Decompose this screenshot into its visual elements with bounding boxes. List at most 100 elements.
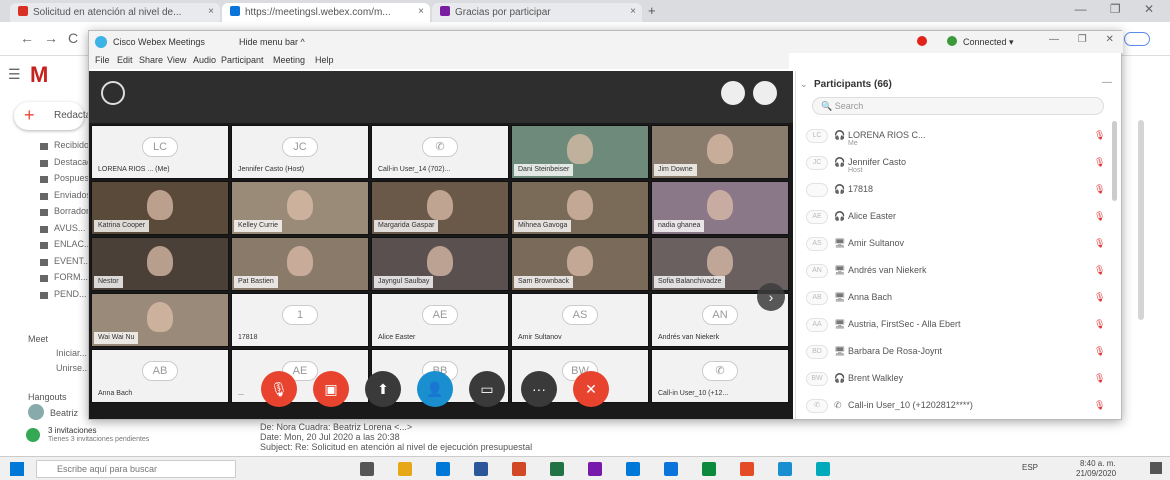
taskbar-app-icon[interactable] [664,462,678,476]
video-tile[interactable]: ✆ Call-in User_14 (702)... [371,125,509,179]
muted-mic-icon[interactable]: 🎙 [1094,373,1105,384]
start-icon[interactable] [10,462,24,476]
taskbar-app-icon[interactable] [474,462,488,476]
video-tile[interactable]: Wai Wai Nu [91,293,229,347]
menu-view[interactable]: View [167,55,186,65]
menu-participant[interactable]: Participant [221,55,264,65]
back-icon[interactable]: ← [20,30,34,46]
browser-tab[interactable]: Solicitud en atención al nivel de... × [10,3,220,22]
participant-search-input[interactable]: 🔍 Search [812,97,1104,115]
video-tile[interactable]: Pat Bastien [231,237,369,291]
menu-edit[interactable]: Edit [117,55,133,65]
participant-row[interactable]: 🎧 17818 🎙 [796,177,1106,204]
video-tile[interactable]: Jayngul Saulbay [371,237,509,291]
taskbar-app-icon[interactable] [512,462,526,476]
folder-item[interactable]: FORM... [40,272,88,288]
reload-icon[interactable]: C [68,30,78,46]
participant-row[interactable]: LC 🎧 LORENA RIOS C... Me 🎙 [796,123,1106,150]
taskbar-app-icon[interactable] [778,462,792,476]
muted-mic-icon[interactable]: 🎙 [1094,400,1105,411]
notification-icon[interactable] [1150,462,1162,474]
browser-tab[interactable]: https://meetingsl.webex.com/m... × [222,3,430,22]
participant-row[interactable]: BD 🖥 Barbara De Rosa-Joynt 🎙 [796,339,1106,366]
layout-icon[interactable] [721,81,745,105]
participants-button[interactable]: 👤 [417,371,453,407]
video-tile[interactable]: LC LORENA RIOS ... (Me) [91,125,229,179]
taskbar-app-icon[interactable] [816,462,830,476]
window-controls[interactable]: — ❐ ✕ [1049,34,1122,45]
chevron-down-icon[interactable]: ⌄ [800,79,808,90]
fullscreen-icon[interactable] [753,81,777,105]
participant-row[interactable]: BW 🎧 Brent Walkley 🎙 [796,366,1106,393]
taskbar-app-icon[interactable] [398,462,412,476]
muted-mic-icon[interactable]: 🎙 [1094,265,1105,276]
new-tab-button[interactable]: + [648,3,656,18]
hangouts-user[interactable]: Beatriz [50,408,78,418]
participant-row[interactable]: AN 🖥 Andrés van Niekerk 🎙 [796,258,1106,285]
muted-mic-icon[interactable]: 🎙 [1094,238,1105,249]
muted-mic-icon[interactable]: 🎙 [1094,346,1105,357]
stop-video-button[interactable]: ▣ [313,371,349,407]
window-controls[interactable]: — ❐ ✕ [1075,2,1164,16]
video-tile[interactable]: nadia ghanea [651,181,789,235]
leave-button[interactable]: ✕ [573,371,609,407]
connection-status[interactable]: Connected ▾ [963,37,1014,48]
taskbar-app-icon[interactable] [740,462,754,476]
menu-help[interactable]: Help [315,55,334,65]
video-tile[interactable]: Jim Downe [651,125,789,179]
folder-item[interactable]: EVENT... [40,256,91,272]
menu-share[interactable]: Share [139,55,163,65]
close-icon[interactable]: × [418,6,424,17]
muted-mic-icon[interactable]: 🎙 [1094,319,1105,330]
close-icon[interactable]: — [1102,77,1112,88]
clock-time[interactable]: 8:40 a. m. [1080,459,1116,468]
video-tile[interactable]: JC Jennifer Casto (Host) [231,125,369,179]
taskbar-app-icon[interactable] [588,462,602,476]
clock-date[interactable]: 21/09/2020 [1076,469,1116,478]
menu-meeting[interactable]: Meeting [273,55,305,65]
menu-audio[interactable]: Audio [193,55,216,65]
participant-row[interactable]: JC 🎧 Jennifer Casto Host 🎙 [796,150,1106,177]
more-button[interactable]: ··· [521,371,557,407]
video-tile[interactable]: AS Amir Sultanov [511,293,649,347]
chat-button[interactable]: ▭ [469,371,505,407]
muted-mic-icon[interactable]: 🎙 [1094,211,1105,222]
info-icon[interactable] [101,81,125,105]
browser-tab[interactable]: Gracias por participar × [432,3,642,22]
meet-item[interactable]: Iniciar... [56,348,87,364]
muted-mic-icon[interactable]: 🎙 [1094,130,1105,141]
close-icon[interactable]: × [630,6,636,17]
hide-menu-button[interactable]: Hide menu bar ^ [239,37,305,47]
video-tile[interactable]: AB Anna Bach [91,349,229,403]
close-icon[interactable]: × [208,6,214,17]
video-tile[interactable]: Sam Brownback [511,237,649,291]
taskbar-app-icon[interactable] [436,462,450,476]
folder-item[interactable]: Enviados [40,190,91,206]
muted-mic-icon[interactable]: 🎙 [1094,157,1105,168]
video-tile[interactable]: Margarida Gaspar [371,181,509,235]
meet-item[interactable]: Unirse... [56,363,90,379]
folder-item[interactable]: ENLAC... [40,239,92,255]
folder-item[interactable]: PEND... [40,289,87,305]
video-tile[interactable]: AE Alice Easter [371,293,509,347]
forward-icon[interactable]: → [44,30,58,46]
participant-row[interactable]: AE 🎧 Alice Easter 🎙 [796,204,1106,231]
video-tile[interactable]: ✆ Call-in User_10 (+12... [651,349,789,403]
invites-title[interactable]: 3 invitaciones [48,426,96,435]
participant-row[interactable]: AS 🖥 Amir Sultanov 🎙 [796,231,1106,258]
menu-icon[interactable]: ☰ [8,66,21,83]
taskbar-app-icon[interactable] [550,462,564,476]
video-tile[interactable]: Mihnea Gavoga [511,181,649,235]
language-indicator[interactable]: ESP [1022,463,1038,472]
participant-row[interactable]: AA 🖥 Austria, FirstSec - Alla Ebert 🎙 [796,312,1106,339]
profile-pill[interactable] [1124,32,1150,46]
video-tile[interactable]: Katrina Cooper [91,181,229,235]
share-button[interactable]: ⬆ [365,371,401,407]
scrollbar[interactable] [1112,121,1117,201]
menu-file[interactable]: File [95,55,110,65]
folder-item[interactable]: AVUS... [40,223,85,239]
video-tile[interactable]: Dani Steinbeiser [511,125,649,179]
participant-row[interactable]: ✆ ✆ Call-in User_10 (+1202812****) 🎙 [796,393,1106,420]
mute-button[interactable]: 🎙 [261,371,297,407]
muted-mic-icon[interactable]: 🎙 [1094,184,1105,195]
